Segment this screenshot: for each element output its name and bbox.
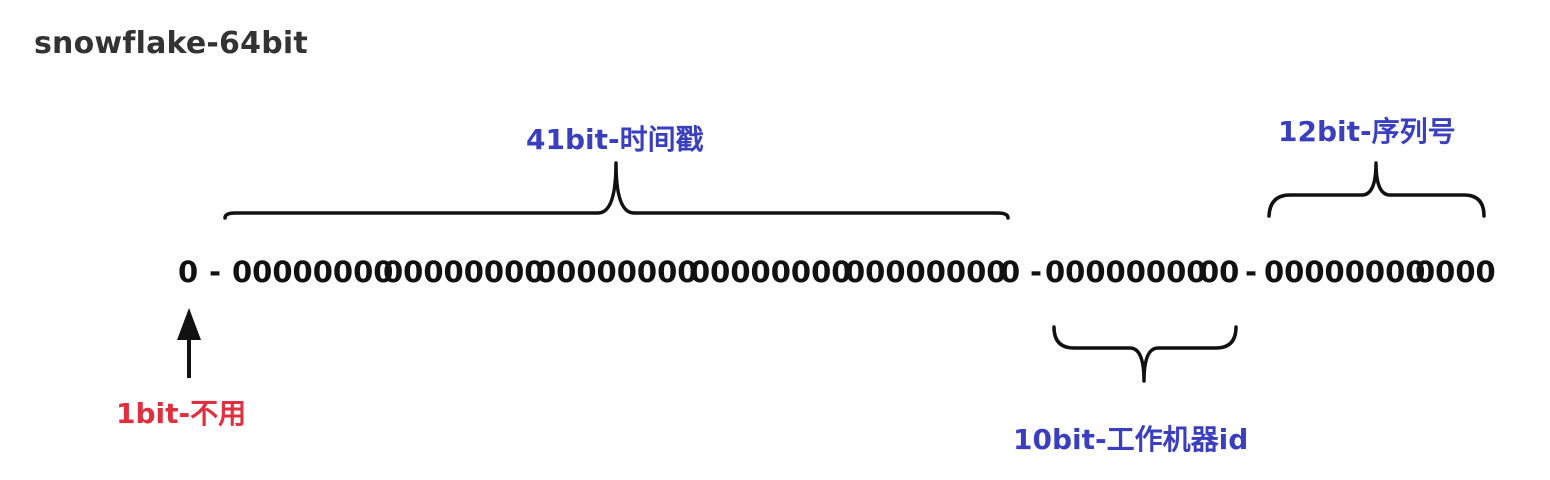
separator-dash: - [1030,255,1043,289]
timestamp-bit: 0 [1000,255,1021,289]
sign-bit: 0 [178,255,199,289]
separator-dash: - [209,255,222,289]
brace-bottom-icon [1052,325,1238,383]
timestamp-byte: 00000000 [845,255,1007,289]
snowflake-diagram: snowflake-64bit 41bit-时间戳 12bit-序列号 1bit… [0,0,1550,480]
timestamp-byte: 00000000 [690,255,852,289]
worker-bits: 00 [1199,255,1240,289]
arrow-up-icon [177,308,201,378]
sequence-label: 12bit-序列号 [1278,115,1456,148]
timestamp-label: 41bit-时间戳 [526,123,704,156]
sign-bit-label: 1bit-不用 [116,397,247,430]
timestamp-byte: 00000000 [232,255,394,289]
bit-string: 0 - 00000000 00000000 00000000 00000000 … [178,255,1498,295]
worker-byte: 00000000 [1045,255,1207,289]
timestamp-byte: 00000000 [383,255,545,289]
separator-dash: - [1245,255,1258,289]
sequence-byte: 00000000 [1264,255,1426,289]
diagram-title: snowflake-64bit [34,26,308,61]
worker-id-label: 10bit-工作机器id [1013,423,1249,456]
timestamp-byte: 00000000 [536,255,698,289]
brace-top-icon [1267,161,1486,218]
sequence-bits: 0000 [1415,255,1496,289]
brace-top-icon [223,161,1010,220]
